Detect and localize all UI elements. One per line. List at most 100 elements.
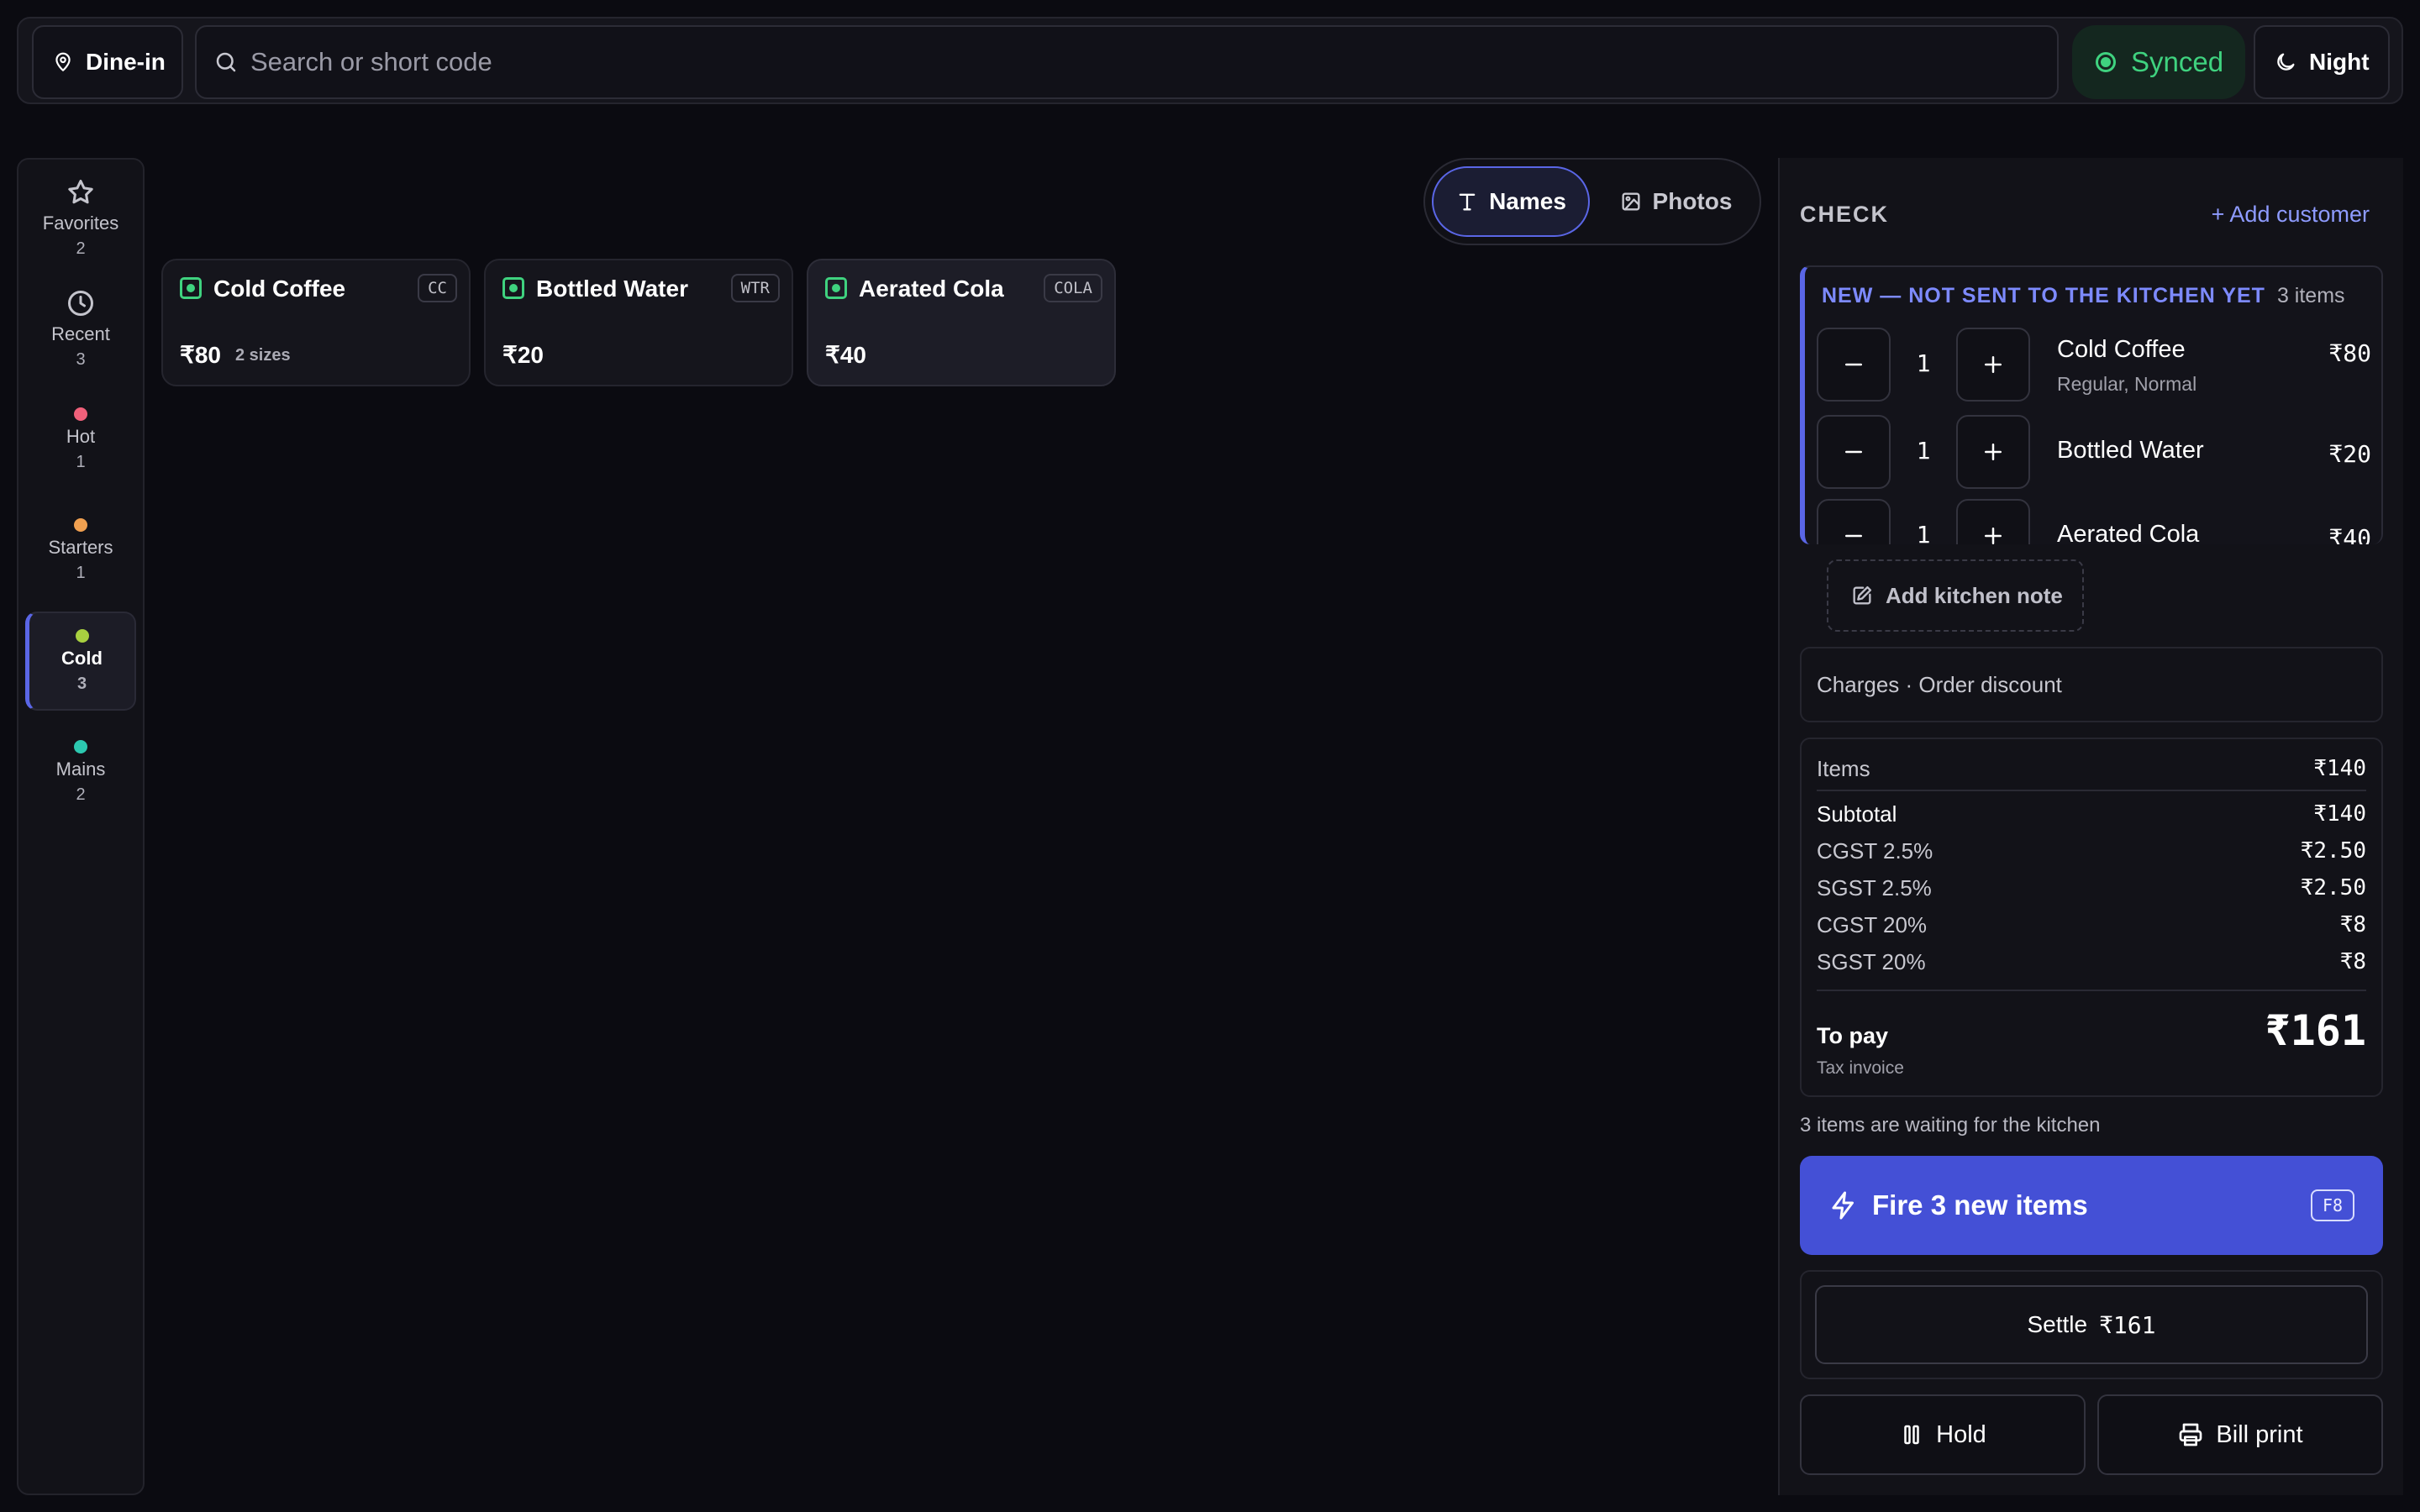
increase-qty-button[interactable] <box>1956 328 2030 402</box>
settle-button[interactable]: Settle ₹161 <box>1815 1285 2368 1364</box>
tax-value: ₹8 <box>2339 912 2366 937</box>
category-favorites[interactable]: Favorites 2 <box>25 168 136 267</box>
tax-row: CGST 20% ₹8 <box>1817 912 2366 938</box>
tax-label: CGST 20% <box>1817 912 1928 937</box>
plus-icon <box>1981 439 2006 465</box>
tax-row: SGST 2.5% ₹2.50 <box>1817 875 2366 901</box>
product-short-code: CC <box>418 274 457 302</box>
category-count: 3 <box>76 349 86 369</box>
category-count: 1 <box>76 452 86 471</box>
bill-print-button[interactable]: Bill print <box>2097 1394 2383 1475</box>
top-bar: Dine-in Search or short code Synced Nigh… <box>17 17 2403 104</box>
text-icon <box>1455 190 1489 213</box>
line-item-name: Aerated Cola <box>2057 521 2200 544</box>
new-items-heading: NEW — NOT SENT TO THE KITCHEN YET 3 items <box>1822 284 2345 308</box>
category-label: Hot <box>66 425 96 447</box>
category-label: Starters <box>48 536 113 558</box>
search-icon <box>213 50 250 75</box>
tax-value: ₹8 <box>2339 949 2366 974</box>
fire-items-label: Fire 3 new items <box>1872 1189 2088 1221</box>
summary-items-row: Items ₹140 <box>1817 756 2366 782</box>
new-items-heading-text: NEW — NOT SENT TO THE KITCHEN YET <box>1822 284 2265 307</box>
photos-view-label: Photos <box>1652 188 1733 214</box>
increase-qty-button[interactable] <box>1956 499 2030 544</box>
decrease-qty-button[interactable] <box>1817 328 1891 402</box>
check-title: CHECK <box>1800 202 1890 227</box>
plus-icon <box>1981 352 2006 377</box>
veg-indicator-icon <box>825 277 847 299</box>
summary-label: Items <box>1817 756 1870 781</box>
names-view-button[interactable]: Names <box>1432 166 1590 237</box>
category-color-dot <box>75 628 89 643</box>
location-pin-icon <box>52 51 86 73</box>
product-sizes: 2 sizes <box>235 346 291 365</box>
category-label: Recent <box>51 323 110 344</box>
kitchen-note-label: Add kitchen note <box>1886 582 2063 608</box>
category-sidebar: Favorites 2 Recent 3 Hot 1 Starters 1 Co… <box>17 158 145 1495</box>
settle-section: Settle ₹161 <box>1800 1270 2383 1379</box>
kitchen-waiting-text: 3 items are waiting for the kitchen <box>1800 1114 2101 1137</box>
settle-label: Settle <box>2027 1311 2088 1337</box>
minus-icon <box>1841 523 1866 544</box>
increase-qty-button[interactable] <box>1956 415 2030 489</box>
add-kitchen-note-button[interactable]: Add kitchen note <box>1827 559 2084 632</box>
line-qty: 1 <box>1916 437 1931 465</box>
pause-icon <box>1899 1422 1936 1447</box>
product-card-cold-coffee[interactable]: Cold Coffee CC ₹80 2 sizes <box>161 259 471 386</box>
line-qty: 1 <box>1916 521 1931 544</box>
category-cold[interactable]: Cold 3 <box>25 612 136 711</box>
line-item-modifiers: Regular, Normal <box>2057 373 2197 395</box>
category-recent[interactable]: Recent 3 <box>25 279 136 378</box>
veg-indicator-icon <box>502 277 524 299</box>
sync-status-badge: Synced <box>2072 25 2245 99</box>
star-icon <box>66 177 96 207</box>
category-mains[interactable]: Mains 2 <box>25 722 136 822</box>
product-card-aerated-cola[interactable]: Aerated Cola COLA ₹40 <box>807 259 1116 386</box>
category-label: Cold <box>61 647 103 669</box>
product-short-code: WTR <box>730 274 780 302</box>
dine-in-label: Dine-in <box>86 49 166 75</box>
tax-row: CGST 2.5% ₹2.50 <box>1817 838 2366 864</box>
minus-icon <box>1841 352 1866 377</box>
dine-in-button[interactable]: Dine-in <box>32 25 183 99</box>
printer-icon <box>2177 1421 2216 1448</box>
category-count: 1 <box>76 563 86 582</box>
clock-icon <box>66 288 96 318</box>
decrease-qty-button[interactable] <box>1817 415 1891 489</box>
theme-label: Night <box>2309 49 2370 75</box>
product-name: Bottled Water <box>536 276 688 302</box>
sync-status-icon <box>2096 52 2116 72</box>
charges-discount-row[interactable]: Charges · Order discount <box>1800 647 2383 722</box>
category-color-dot <box>74 517 87 532</box>
product-price: ₹20 <box>502 342 544 368</box>
theme-toggle-button[interactable]: Night <box>2254 25 2390 99</box>
photos-view-button[interactable]: Photos <box>1597 166 1754 237</box>
order-line: 1 Bottled Water ₹20 <box>1817 415 2371 491</box>
decrease-qty-button[interactable] <box>1817 499 1891 544</box>
category-count: 2 <box>76 239 86 258</box>
product-short-code: COLA <box>1044 274 1102 302</box>
order-line: 1 Aerated Cola ₹40 <box>1817 499 2371 544</box>
fire-items-button[interactable]: Fire 3 new items F8 <box>1800 1156 2383 1255</box>
summary-divider <box>1817 990 2366 991</box>
veg-indicator-icon <box>180 277 202 299</box>
product-card-bottled-water[interactable]: Bottled Water WTR ₹20 <box>484 259 793 386</box>
category-starters[interactable]: Starters 1 <box>25 501 136 600</box>
bill-print-label: Bill print <box>2216 1420 2303 1448</box>
add-customer-link[interactable]: + Add customer <box>2212 202 2370 228</box>
category-label: Favorites <box>42 212 119 234</box>
product-price: ₹40 <box>825 342 866 368</box>
category-hot[interactable]: Hot 1 <box>25 390 136 489</box>
category-label: Mains <box>55 758 106 780</box>
bill-summary: Items ₹140 Subtotal ₹140 CGST 2.5% ₹2.50… <box>1800 738 2383 1097</box>
search-input[interactable]: Search or short code <box>195 25 2059 99</box>
category-color-dot <box>74 739 87 753</box>
hold-button[interactable]: Hold <box>1800 1394 2086 1475</box>
minus-icon <box>1841 439 1866 465</box>
edit-note-icon <box>1850 584 1886 607</box>
moon-icon <box>2274 50 2309 74</box>
view-toggle: Names Photos <box>1423 158 1761 245</box>
product-name: Cold Coffee <box>213 276 346 302</box>
settle-amount: ₹161 <box>2099 1310 2156 1339</box>
line-item-price: ₹20 <box>2328 440 2371 468</box>
